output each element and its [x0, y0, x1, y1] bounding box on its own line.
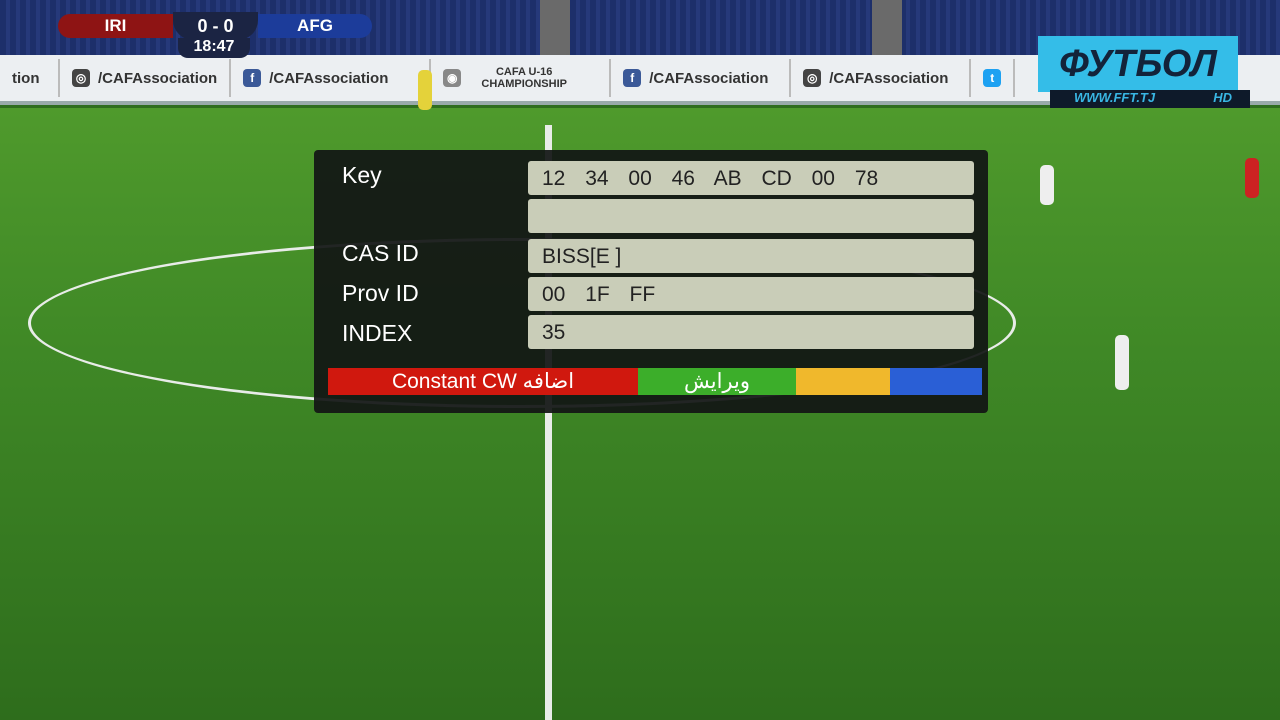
referee — [418, 70, 432, 110]
ad-text: /CAFAssociation — [829, 69, 949, 87]
green-button-edit[interactable]: ویرایش — [638, 368, 796, 395]
ad-text: /CAFAssociation — [98, 69, 218, 87]
scoreboard: IRI 0 - 0 AFG — [58, 12, 372, 40]
channel-logo-sub: WWW.FFT.TJ HD — [1050, 90, 1250, 108]
instagram-icon: ◎ — [72, 69, 90, 87]
away-team: AFG — [258, 14, 372, 38]
ad-board: f/CAFAssociation — [611, 59, 792, 97]
facebook-icon: f — [243, 69, 262, 87]
ad-board: tion — [0, 59, 60, 97]
cas-id-field[interactable]: BISS[E ] — [528, 239, 974, 273]
twitter-icon: t — [983, 69, 1002, 87]
key-field[interactable]: 12 34 00 46 AB CD 00 78 — [528, 161, 974, 195]
prov-id-label: Prov ID — [342, 280, 419, 306]
key-label: Key — [342, 162, 382, 188]
biss-key-dialog: Key 12 34 00 46 AB CD 00 78 CAS ID BISS[… — [314, 150, 988, 413]
index-label: INDEX — [342, 320, 413, 346]
prov-id-field[interactable]: 00 1F FF — [528, 277, 974, 311]
ad-board: ◉ CAFA U-16 CHAMPIONSHIP — [431, 59, 612, 97]
index-field[interactable]: 35 — [528, 315, 974, 349]
ad-board: ◎ /CAFAssociation — [791, 59, 972, 97]
ad-board: ◎ /CAFAssociation — [60, 59, 232, 97]
cafa-logo: ◉ — [443, 69, 462, 87]
ad-board: f/CAFAssociation — [231, 59, 432, 97]
player — [1115, 335, 1129, 390]
player — [1040, 165, 1054, 205]
yellow-button[interactable] — [796, 368, 890, 395]
stairs — [872, 0, 902, 60]
instagram-icon: ◎ — [803, 69, 822, 87]
score: 0 - 0 — [173, 12, 258, 40]
ad-board: t — [971, 59, 1016, 97]
ad-text: /CAFAssociation — [269, 69, 389, 87]
ad-text: /CAFAssociation — [649, 69, 769, 87]
channel-quality: HD — [1213, 90, 1232, 105]
color-button-bar: Constant CW اضافه ویرایش — [328, 368, 984, 395]
red-button-add-constant-cw[interactable]: Constant CW اضافه — [328, 368, 638, 395]
ad-text: CAFA U-16 CHAMPIONSHIP — [481, 66, 567, 90]
key-field-2[interactable] — [528, 199, 974, 233]
match-clock: 18:47 — [178, 38, 250, 58]
channel-logo: ФУТБОЛ — [1038, 36, 1238, 92]
channel-url: WWW.FFT.TJ — [1074, 90, 1156, 105]
stairs — [540, 0, 570, 60]
player — [1245, 158, 1259, 198]
blue-button[interactable] — [890, 368, 982, 395]
home-team: IRI — [58, 14, 173, 38]
facebook-icon: f — [623, 69, 642, 87]
cas-id-label: CAS ID — [342, 240, 419, 266]
